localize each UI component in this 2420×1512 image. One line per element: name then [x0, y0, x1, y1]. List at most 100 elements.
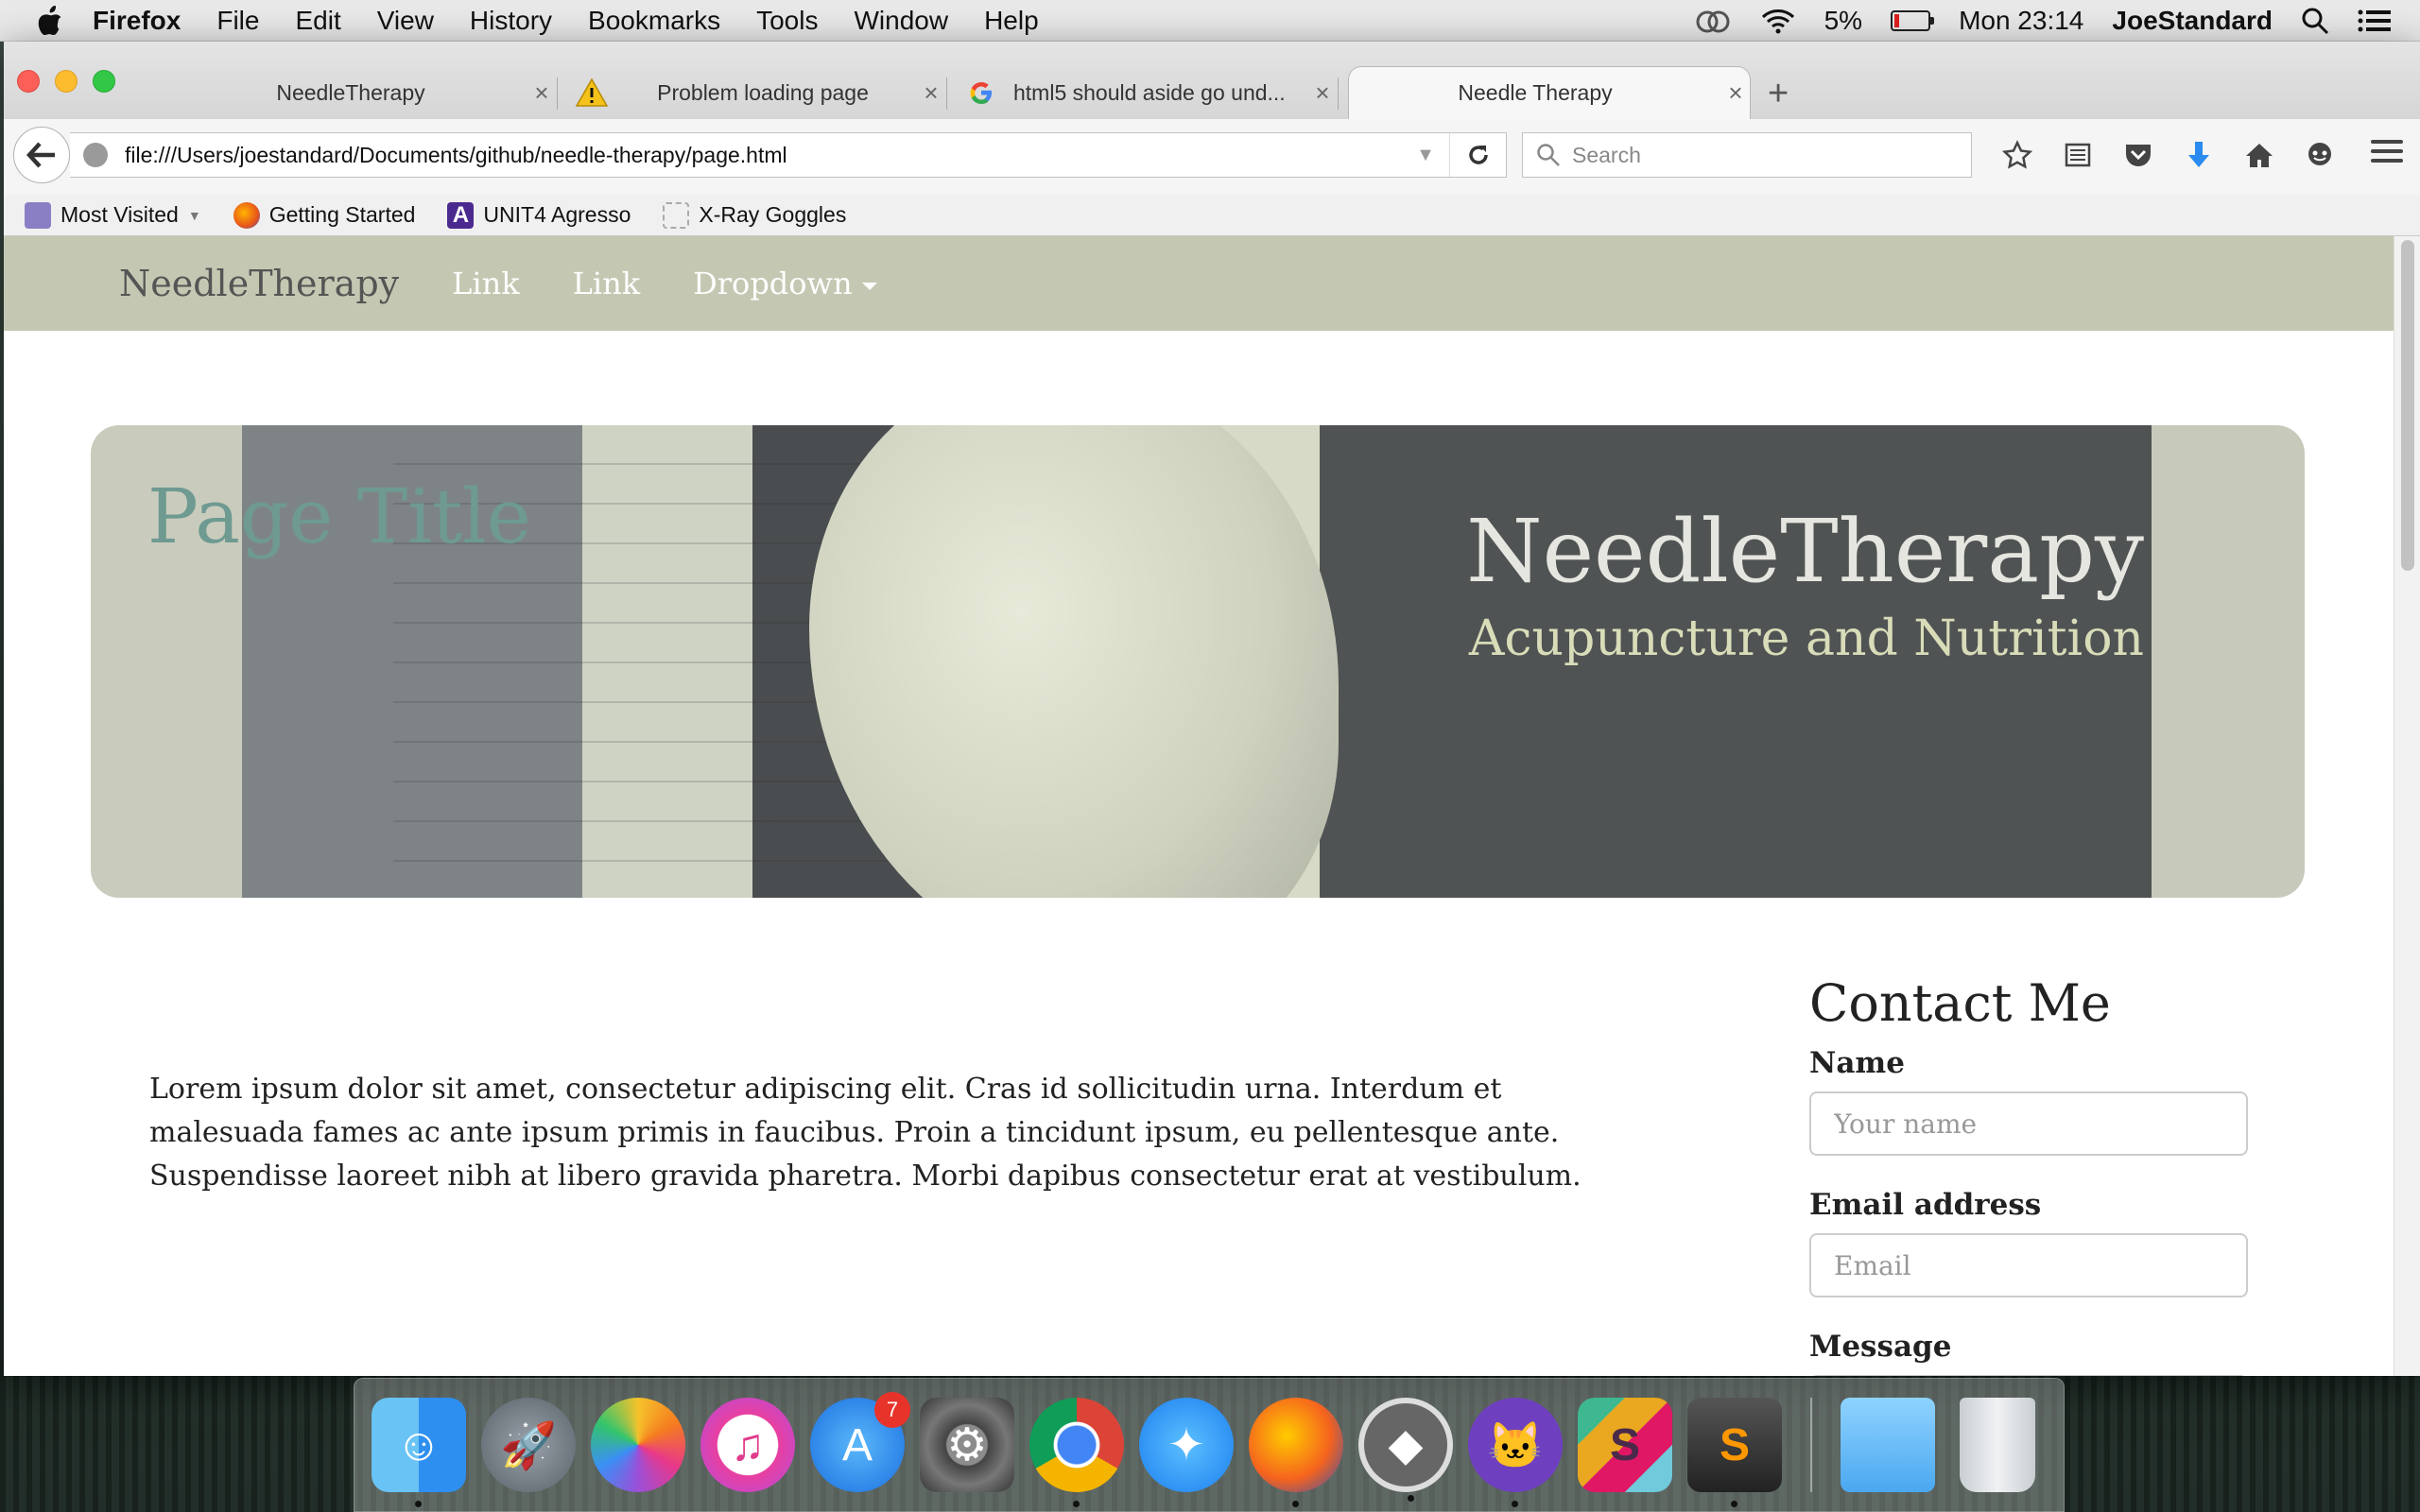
- body-paragraph: Lorem ipsum dolor sit amet, consectetur …: [149, 1073, 1582, 1193]
- sequel-pro-icon[interactable]: ◆: [1358, 1398, 1453, 1502]
- spotlight-search-icon[interactable]: [2301, 7, 2329, 35]
- bookmark-getting-started[interactable]: Getting Started: [233, 201, 416, 229]
- notification-center-icon[interactable]: [2358, 9, 2392, 33]
- bookmark-label: X-Ray Goggles: [699, 202, 847, 227]
- back-button[interactable]: [13, 127, 70, 183]
- system-preferences-icon[interactable]: ⚙: [920, 1398, 1014, 1492]
- creative-cloud-icon[interactable]: [1694, 9, 1732, 33]
- bookmarks-menu-icon[interactable]: [2048, 141, 2108, 169]
- message-label: Message: [1809, 1330, 1952, 1364]
- name-field[interactable]: [1809, 1091, 2248, 1156]
- url-text[interactable]: file:///Users/joestandard/Documents/gith…: [125, 143, 1402, 168]
- contact-form: Contact Me Name Email address Message: [1809, 973, 2254, 1376]
- launchpad-icon[interactable]: 🚀: [481, 1398, 576, 1492]
- battery-icon[interactable]: [1891, 10, 1935, 31]
- bookmark-label: Getting Started: [268, 202, 416, 227]
- scrollbar-thumb[interactable]: [2401, 240, 2414, 571]
- bookmarks-toolbar: Most Visited ▼ Getting Started A UNIT4 A…: [4, 195, 2420, 236]
- menu-edit[interactable]: Edit: [295, 6, 340, 36]
- downloads-folder-icon[interactable]: [1841, 1398, 1935, 1492]
- wifi-icon[interactable]: [1760, 8, 1796, 34]
- battery-percent: 5%: [1824, 6, 1863, 35]
- tab-label: Problem loading page: [657, 79, 869, 105]
- new-tab-button[interactable]: +: [1768, 74, 1789, 114]
- page-viewport: NeedleTherapy Link Link Dropdown NeedleT…: [4, 236, 2394, 1376]
- site-nav-link-2[interactable]: Link: [573, 266, 640, 301]
- menu-bookmarks[interactable]: Bookmarks: [588, 6, 720, 36]
- bookmark-most-visited[interactable]: Most Visited ▼: [25, 201, 201, 229]
- globe-icon[interactable]: [83, 143, 108, 167]
- site-nav-dropdown[interactable]: Dropdown: [693, 266, 877, 301]
- mac-menu-bar: Firefox File Edit View History Bookmarks…: [0, 0, 2420, 42]
- dropdown-label: Dropdown: [693, 266, 853, 301]
- email-field[interactable]: [1809, 1233, 2248, 1297]
- home-icon[interactable]: [2229, 141, 2290, 169]
- menu-history[interactable]: History: [470, 6, 552, 36]
- reload-icon: [1468, 146, 1488, 164]
- github-desktop-icon[interactable]: 🐱: [1468, 1398, 1563, 1507]
- smart-folder-icon: [25, 201, 51, 229]
- contact-heading: Contact Me: [1809, 973, 2111, 1033]
- bookmark-label: UNIT4 Agresso: [483, 202, 631, 227]
- menu-file[interactable]: File: [216, 6, 259, 36]
- history-dropdown-icon[interactable]: ▼: [1402, 145, 1449, 166]
- tab-label: Needle Therapy: [1458, 80, 1613, 105]
- chat-icon[interactable]: [2290, 141, 2350, 169]
- downloads-icon[interactable]: [2169, 140, 2229, 170]
- tab-close-icon[interactable]: ×: [1721, 78, 1750, 108]
- tab-problem-loading[interactable]: Problem loading page ×: [565, 66, 947, 119]
- menu-window[interactable]: Window: [854, 6, 948, 36]
- hamburger-menu-icon[interactable]: [2371, 140, 2403, 168]
- navigation-toolbar: file:///Users/joestandard/Documents/gith…: [4, 119, 2420, 195]
- hero-figure-image: [809, 425, 1339, 898]
- app-store-icon[interactable]: A 7: [810, 1392, 910, 1492]
- url-bar[interactable]: file:///Users/joestandard/Documents/gith…: [70, 132, 1507, 178]
- search-icon: [1537, 144, 1560, 166]
- safari-icon[interactable]: ✦: [1139, 1398, 1234, 1492]
- menu-clock[interactable]: Mon 23:14: [1959, 6, 2083, 36]
- menu-help[interactable]: Help: [984, 6, 1039, 36]
- window-minimize-button[interactable]: [55, 70, 78, 93]
- bookmark-unit4-agresso[interactable]: A UNIT4 Agresso: [447, 201, 631, 229]
- tab-label: NeedleTherapy: [276, 79, 425, 105]
- photos-icon[interactable]: [591, 1398, 685, 1492]
- tab-close-icon[interactable]: ×: [527, 78, 556, 108]
- tab-needletherapy[interactable]: NeedleTherapy ×: [174, 66, 558, 119]
- finder-icon[interactable]: ☺: [372, 1398, 466, 1507]
- chrome-icon[interactable]: [1029, 1398, 1124, 1507]
- pocket-icon[interactable]: [2108, 141, 2169, 169]
- site-nav-link-1[interactable]: Link: [452, 266, 519, 301]
- reload-button[interactable]: [1449, 133, 1506, 177]
- menu-app-firefox[interactable]: Firefox: [93, 6, 181, 36]
- trash-icon[interactable]: [1960, 1398, 2035, 1492]
- window-zoom-button[interactable]: [93, 70, 115, 93]
- toolbar-icons: [1987, 132, 2350, 178]
- email-label: Email address: [1809, 1188, 2042, 1222]
- itunes-icon[interactable]: ♫: [700, 1398, 795, 1492]
- menu-tools[interactable]: Tools: [756, 6, 818, 36]
- page-scrollbar[interactable]: [2394, 236, 2420, 1376]
- tab-close-icon[interactable]: ×: [1308, 78, 1337, 108]
- tab-google-search[interactable]: html5 should aside go und... ×: [968, 66, 1339, 119]
- tab-close-icon[interactable]: ×: [917, 78, 945, 108]
- window-close-button[interactable]: [17, 70, 40, 93]
- chevron-down-icon: ▼: [187, 207, 201, 223]
- app-store-badge: 7: [874, 1392, 910, 1428]
- message-field[interactable]: [1809, 1375, 2248, 1376]
- bookmark-star-icon[interactable]: [1987, 140, 2048, 170]
- site-brand-link[interactable]: NeedleTherapy: [119, 263, 399, 304]
- menu-view[interactable]: View: [377, 6, 434, 36]
- hero-subtitle: Acupuncture and Nutrition: [1468, 610, 2144, 667]
- search-placeholder: Search: [1572, 142, 1641, 167]
- unit4-icon: A: [447, 201, 475, 229]
- apple-menu-icon[interactable]: [36, 5, 64, 36]
- search-bar[interactable]: Search: [1522, 132, 1972, 178]
- menu-user[interactable]: JoeStandard: [2112, 6, 2273, 36]
- bookmark-label: Most Visited: [60, 202, 179, 227]
- bookmark-xray-goggles[interactable]: X-Ray Goggles: [663, 201, 847, 229]
- firefox-dock-icon[interactable]: [1249, 1398, 1343, 1507]
- dock-separator: [1810, 1398, 1812, 1492]
- sublime-text-icon[interactable]: S: [1687, 1398, 1782, 1507]
- slack-icon[interactable]: S: [1578, 1398, 1672, 1492]
- tab-needle-therapy-active[interactable]: Needle Therapy ×: [1348, 66, 1751, 119]
